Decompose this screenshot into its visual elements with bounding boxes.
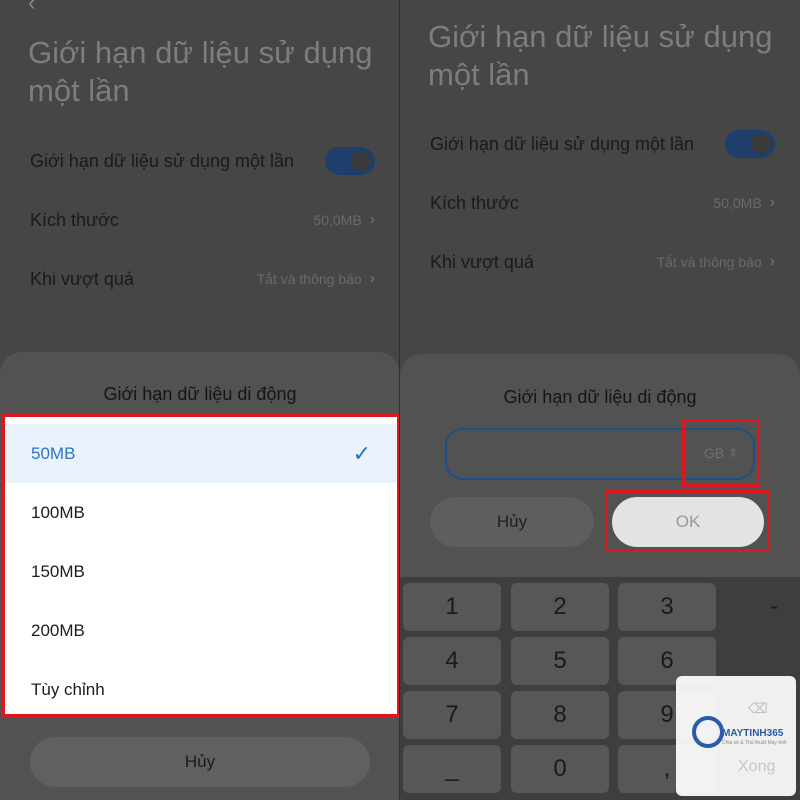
toggle-knob (751, 134, 771, 154)
back-arrow-icon[interactable]: ‹ (28, 0, 35, 16)
key-3[interactable]: 3 (618, 583, 716, 631)
option-label: Tùy chỉnh (31, 679, 105, 699)
key-4[interactable]: 4 (403, 637, 501, 685)
exceed-label: Khi vượt quá (30, 268, 134, 289)
toggle-label: Giới hạn dữ liệu sử dụng một lần (30, 150, 295, 171)
option-50mb[interactable]: 50MB ✓ (5, 424, 397, 483)
size-label: Kích thước (430, 192, 519, 213)
unit-label: GB (703, 445, 725, 461)
option-100mb[interactable]: 100MB (5, 483, 397, 542)
left-screen: ‹ Giới hạn dữ liệu sử dụng một lần Giới … (0, 0, 400, 800)
sheet-title: Giới hạn dữ liệu di động (503, 387, 697, 407)
page-title: Giới hạn dữ liệu sử dụng một lần (28, 35, 373, 108)
sheet-title: Giới hạn dữ liệu di động (103, 384, 297, 404)
key-2[interactable]: 2 (511, 583, 609, 631)
size-value: 50,0MB (713, 195, 762, 211)
maytinh365-logo-icon (692, 716, 724, 748)
chevron-right-icon: › (769, 253, 775, 270)
size-row[interactable]: Kích thước 50,0MB › (430, 188, 775, 218)
key-5[interactable]: 5 (511, 637, 609, 685)
done-key[interactable]: Xong (738, 758, 775, 776)
toggle-row[interactable]: Giới hạn dữ liệu sử dụng một lần (30, 146, 375, 176)
option-label: 200MB (31, 620, 85, 640)
key-minus[interactable]: - (725, 583, 800, 631)
key-7[interactable]: 7 (403, 691, 501, 739)
unit-selector[interactable]: GB ⇕ (682, 419, 760, 487)
exceed-value: Tắt và thông báo (256, 271, 362, 287)
chevron-right-icon: › (369, 270, 375, 287)
key-8[interactable]: 8 (511, 691, 609, 739)
limit-option-list: 50MB ✓ 100MB 150MB 200MB Tùy chỉnh (2, 414, 400, 717)
cancel-button[interactable]: Hủy (430, 497, 594, 547)
key-blank[interactable]: _ (403, 745, 501, 793)
cancel-button[interactable]: Hủy (30, 737, 370, 787)
limit-toggle[interactable] (325, 147, 375, 175)
chevron-right-icon: › (769, 194, 775, 211)
key-1[interactable]: 1 (403, 583, 501, 631)
option-label: 50MB (31, 443, 76, 463)
check-icon: ✓ (352, 440, 371, 466)
toggle-row[interactable]: Giới hạn dữ liệu sử dụng một lần (430, 129, 775, 159)
exceed-label: Khi vượt quá (430, 251, 534, 272)
option-custom[interactable]: Tùy chỉnh (5, 660, 397, 719)
size-row[interactable]: Kích thước 50,0MB › (30, 205, 375, 235)
toggle-label: Giới hạn dữ liệu sử dụng một lần (430, 133, 695, 154)
backspace-icon[interactable]: ⌫ (748, 700, 768, 717)
chevron-right-icon: › (369, 211, 375, 228)
up-down-arrow-icon: ⇕ (728, 446, 739, 460)
key-0[interactable]: 0 (511, 745, 609, 793)
option-200mb[interactable]: 200MB (5, 601, 397, 660)
watermark-tagline: Chia sẻ & Thủ thuật Máy tính (722, 740, 787, 746)
page-title: Giới hạn dữ liệu sử dụng một lần (428, 19, 773, 92)
size-label: Kích thước (30, 209, 119, 230)
option-label: 100MB (31, 502, 85, 522)
exceed-value: Tắt và thông báo (656, 254, 762, 270)
watermark-overlay: ⌫ MAYTINH365 Chia sẻ & Thủ thuật Máy tín… (676, 676, 796, 796)
exceed-row[interactable]: Khi vượt quá Tắt và thông báo › (30, 264, 375, 294)
limit-toggle[interactable] (725, 130, 775, 158)
watermark-brand: MAYTINH365 (722, 728, 784, 739)
exceed-row[interactable]: Khi vượt quá Tắt và thông báo › (430, 247, 775, 277)
toggle-knob (351, 151, 371, 171)
ok-button[interactable]: OK (612, 497, 764, 547)
size-value: 50,0MB (313, 212, 362, 228)
option-label: 150MB (31, 561, 85, 581)
option-150mb[interactable]: 150MB (5, 542, 397, 601)
